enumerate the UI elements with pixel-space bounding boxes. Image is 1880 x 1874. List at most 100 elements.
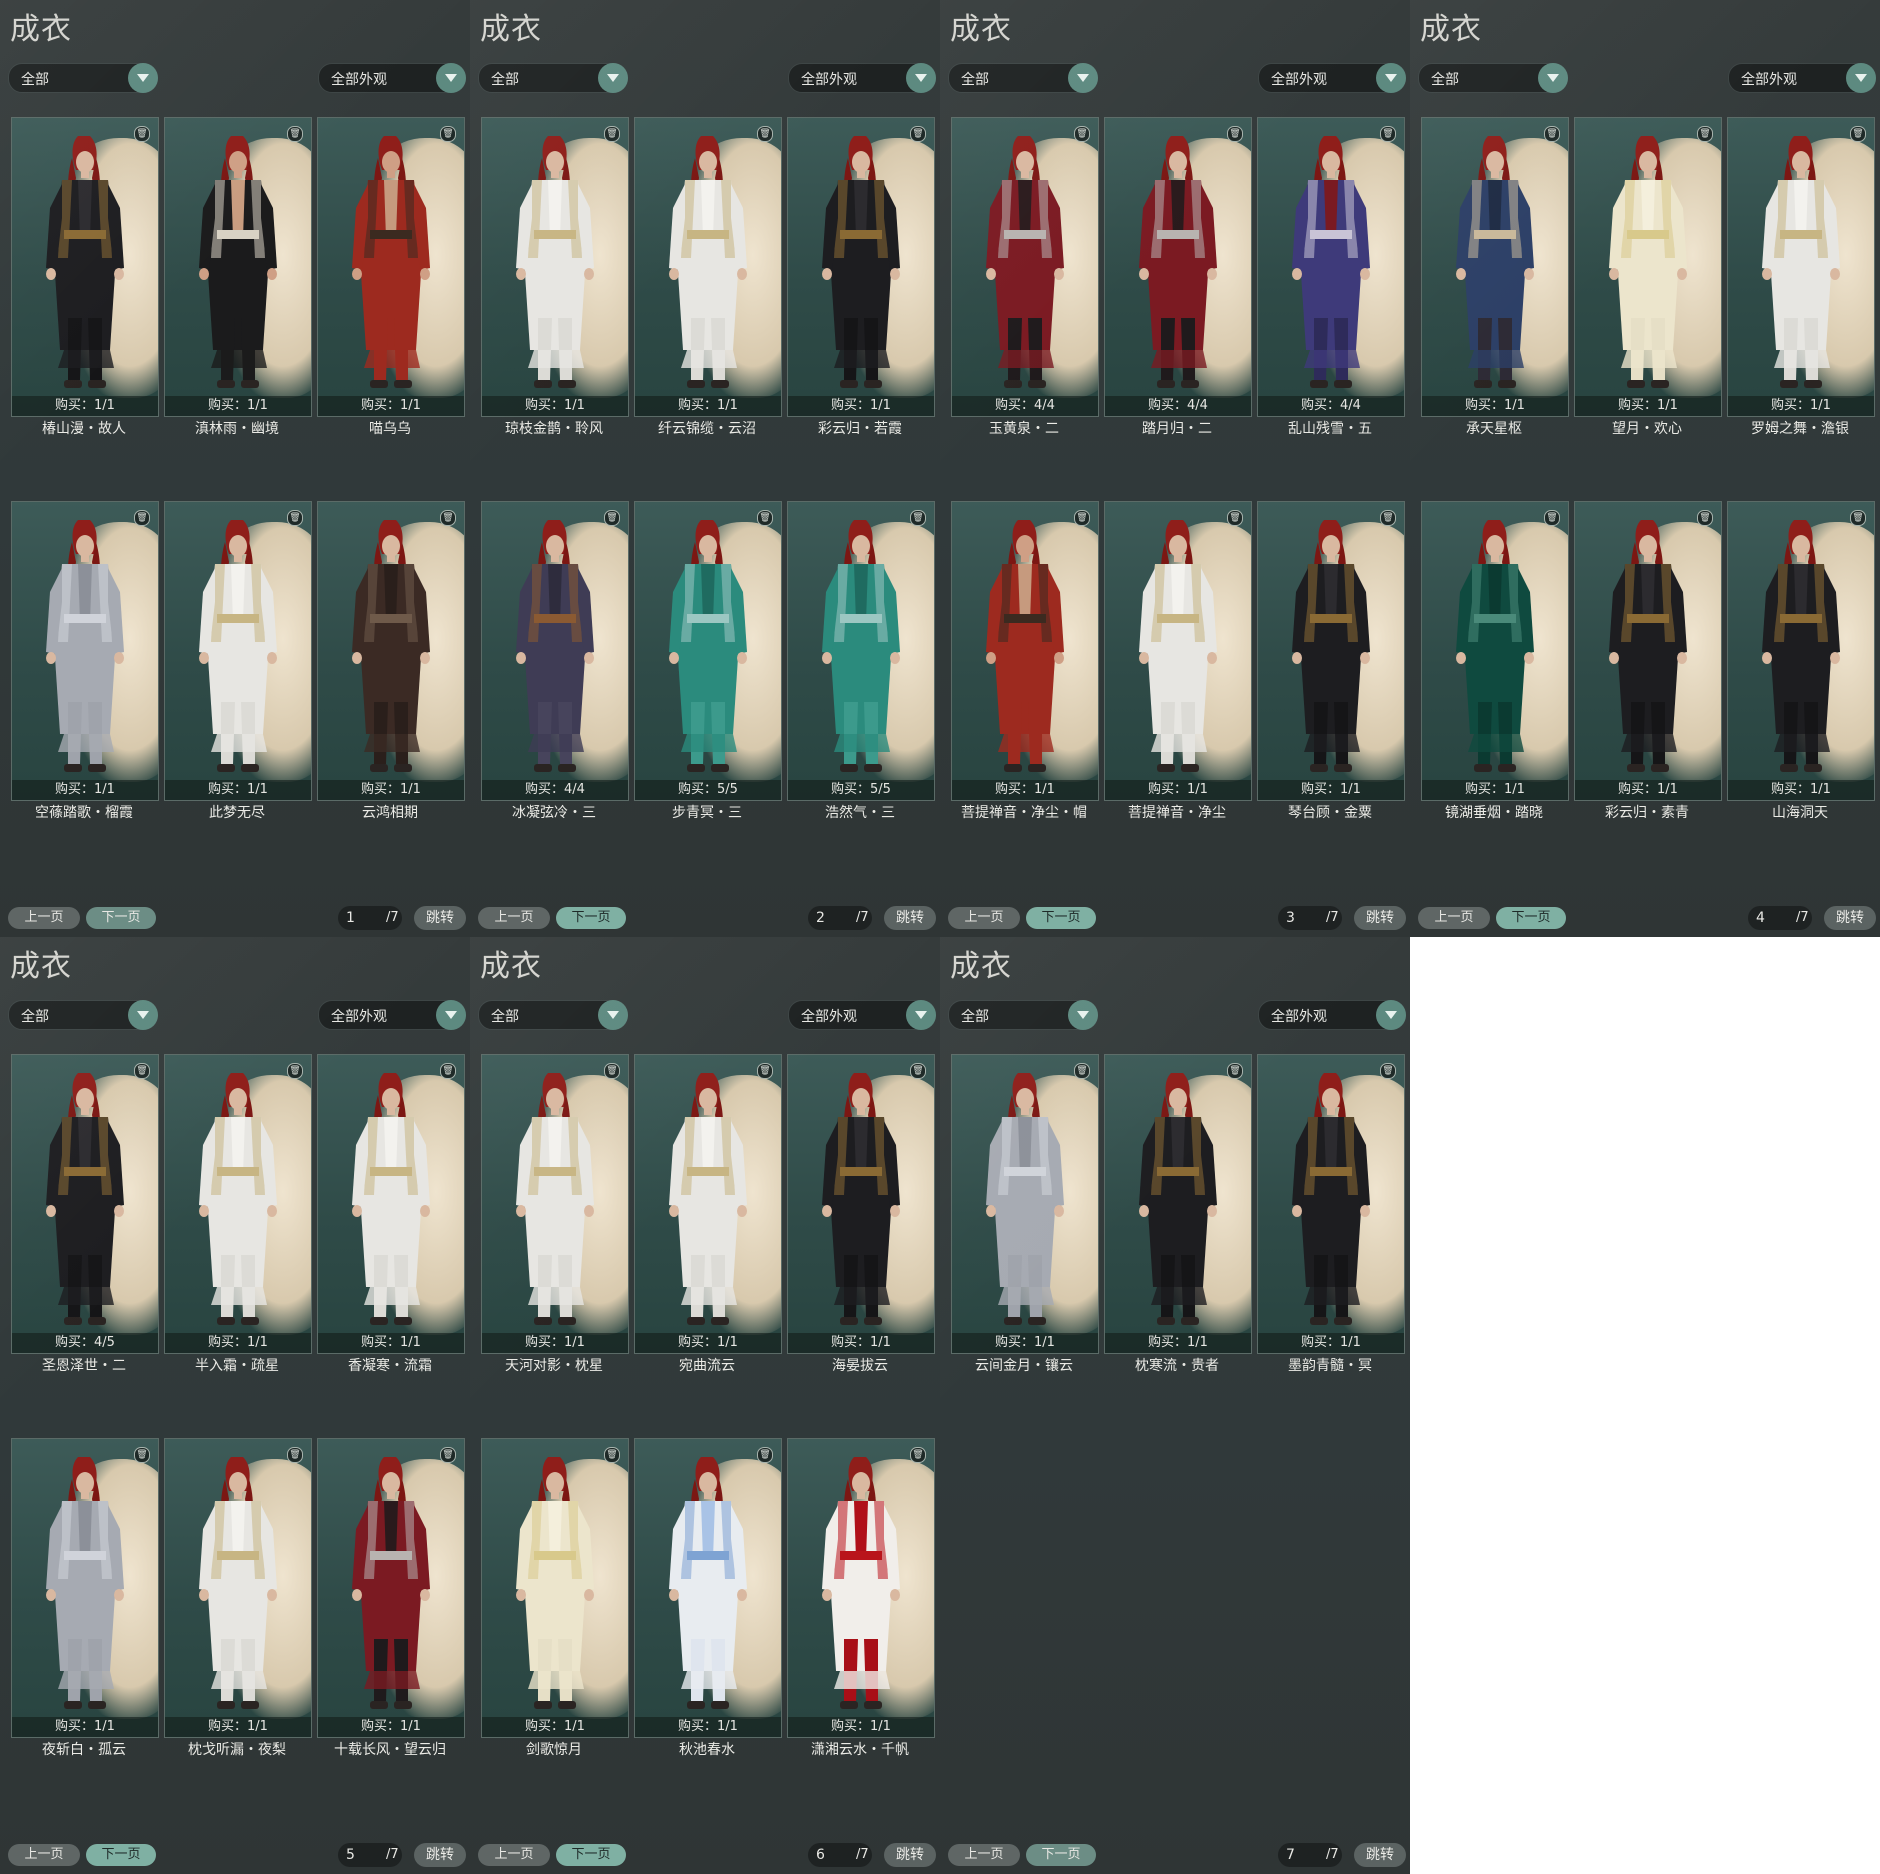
trash-icon[interactable]: 🗑 bbox=[287, 510, 303, 526]
trash-icon[interactable]: 🗑 bbox=[134, 1447, 150, 1463]
category-filter-dropdown[interactable]: 全部 bbox=[948, 63, 1098, 93]
outfit-card[interactable]: 🗑 购买：5/5 bbox=[787, 501, 935, 801]
chevron-down-icon[interactable] bbox=[1068, 1000, 1098, 1030]
prev-page-button[interactable]: 上一页 bbox=[478, 1844, 550, 1866]
outfit-card[interactable]: 🗑 购买：1/1 bbox=[634, 1054, 782, 1354]
trash-icon[interactable]: 🗑 bbox=[757, 1447, 773, 1463]
chevron-down-icon[interactable] bbox=[128, 63, 158, 93]
prev-page-button[interactable]: 上一页 bbox=[948, 1844, 1020, 1866]
outfit-card[interactable]: 🗑 购买：1/1 bbox=[164, 501, 312, 801]
next-page-button[interactable]: 下一页 bbox=[1026, 1844, 1096, 1866]
outfit-card[interactable]: 🗑 购买：4/4 bbox=[1104, 117, 1252, 417]
trash-icon[interactable]: 🗑 bbox=[757, 510, 773, 526]
next-page-button[interactable]: 下一页 bbox=[86, 1844, 156, 1866]
trash-icon[interactable]: 🗑 bbox=[134, 1063, 150, 1079]
trash-icon[interactable]: 🗑 bbox=[910, 1063, 926, 1079]
trash-icon[interactable]: 🗑 bbox=[910, 1447, 926, 1463]
trash-icon[interactable]: 🗑 bbox=[1850, 510, 1866, 526]
chevron-down-icon[interactable] bbox=[598, 63, 628, 93]
prev-page-button[interactable]: 上一页 bbox=[1418, 907, 1490, 929]
category-filter-dropdown[interactable]: 全部 bbox=[1418, 63, 1568, 93]
chevron-down-icon[interactable] bbox=[1376, 63, 1406, 93]
outfit-card[interactable]: 🗑 购买：1/1 bbox=[634, 117, 782, 417]
appearance-filter-dropdown[interactable]: 全部外观 bbox=[318, 1000, 466, 1030]
outfit-card[interactable]: 🗑 购买：1/1 bbox=[481, 117, 629, 417]
outfit-card[interactable]: 🗑 购买：1/1 bbox=[787, 117, 935, 417]
outfit-card[interactable]: 🗑 购买：1/1 bbox=[481, 1438, 629, 1738]
jump-button[interactable]: 跳转 bbox=[414, 906, 466, 930]
trash-icon[interactable]: 🗑 bbox=[440, 1447, 456, 1463]
trash-icon[interactable]: 🗑 bbox=[604, 510, 620, 526]
outfit-card[interactable]: 🗑 购买：1/1 bbox=[1727, 117, 1875, 417]
next-page-button[interactable]: 下一页 bbox=[556, 1844, 626, 1866]
jump-button[interactable]: 跳转 bbox=[1354, 906, 1406, 930]
jump-button[interactable]: 跳转 bbox=[414, 1843, 466, 1867]
jump-button[interactable]: 跳转 bbox=[1824, 906, 1876, 930]
trash-icon[interactable]: 🗑 bbox=[134, 510, 150, 526]
appearance-filter-dropdown[interactable]: 全部外观 bbox=[1258, 1000, 1406, 1030]
outfit-card[interactable]: 🗑 购买：1/1 bbox=[1574, 117, 1722, 417]
trash-icon[interactable]: 🗑 bbox=[1697, 126, 1713, 142]
outfit-card[interactable]: 🗑 购买：1/1 bbox=[11, 501, 159, 801]
trash-icon[interactable]: 🗑 bbox=[1074, 1063, 1090, 1079]
outfit-card[interactable]: 🗑 购买：1/1 bbox=[1257, 501, 1405, 801]
outfit-card[interactable]: 🗑 购买：1/1 bbox=[951, 1054, 1099, 1354]
trash-icon[interactable]: 🗑 bbox=[1380, 1063, 1396, 1079]
trash-icon[interactable]: 🗑 bbox=[287, 1063, 303, 1079]
trash-icon[interactable]: 🗑 bbox=[1074, 510, 1090, 526]
outfit-card[interactable]: 🗑 购买：1/1 bbox=[1257, 1054, 1405, 1354]
chevron-down-icon[interactable] bbox=[128, 1000, 158, 1030]
trash-icon[interactable]: 🗑 bbox=[134, 126, 150, 142]
chevron-down-icon[interactable] bbox=[906, 63, 936, 93]
trash-icon[interactable]: 🗑 bbox=[1227, 510, 1243, 526]
jump-button[interactable]: 跳转 bbox=[884, 1843, 936, 1867]
chevron-down-icon[interactable] bbox=[1846, 63, 1876, 93]
trash-icon[interactable]: 🗑 bbox=[757, 1063, 773, 1079]
outfit-card[interactable]: 🗑 购买：1/1 bbox=[481, 1054, 629, 1354]
appearance-filter-dropdown[interactable]: 全部外观 bbox=[1728, 63, 1876, 93]
appearance-filter-dropdown[interactable]: 全部外观 bbox=[1258, 63, 1406, 93]
category-filter-dropdown[interactable]: 全部 bbox=[478, 63, 628, 93]
outfit-card[interactable]: 🗑 购买：1/1 bbox=[11, 1438, 159, 1738]
outfit-card[interactable]: 🗑 购买：1/1 bbox=[317, 1438, 465, 1738]
trash-icon[interactable]: 🗑 bbox=[287, 126, 303, 142]
chevron-down-icon[interactable] bbox=[436, 63, 466, 93]
prev-page-button[interactable]: 上一页 bbox=[478, 907, 550, 929]
trash-icon[interactable]: 🗑 bbox=[1227, 1063, 1243, 1079]
category-filter-dropdown[interactable]: 全部 bbox=[8, 1000, 158, 1030]
jump-button[interactable]: 跳转 bbox=[1354, 1843, 1406, 1867]
chevron-down-icon[interactable] bbox=[436, 1000, 466, 1030]
outfit-card[interactable]: 🗑 购买：1/1 bbox=[317, 501, 465, 801]
chevron-down-icon[interactable] bbox=[598, 1000, 628, 1030]
outfit-card[interactable]: 🗑 购买：1/1 bbox=[787, 1438, 935, 1738]
outfit-card[interactable]: 🗑 购买：1/1 bbox=[1421, 117, 1569, 417]
outfit-card[interactable]: 🗑 购买：4/4 bbox=[951, 117, 1099, 417]
outfit-card[interactable]: 🗑 购买：1/1 bbox=[317, 1054, 465, 1354]
outfit-card[interactable]: 🗑 购买：1/1 bbox=[1104, 1054, 1252, 1354]
trash-icon[interactable]: 🗑 bbox=[910, 510, 926, 526]
appearance-filter-dropdown[interactable]: 全部外观 bbox=[788, 1000, 936, 1030]
trash-icon[interactable]: 🗑 bbox=[757, 126, 773, 142]
trash-icon[interactable]: 🗑 bbox=[1380, 510, 1396, 526]
trash-icon[interactable]: 🗑 bbox=[1697, 510, 1713, 526]
appearance-filter-dropdown[interactable]: 全部外观 bbox=[318, 63, 466, 93]
outfit-card[interactable]: 🗑 购买：1/1 bbox=[1727, 501, 1875, 801]
outfit-card[interactable]: 🗑 购买：1/1 bbox=[787, 1054, 935, 1354]
outfit-card[interactable]: 🗑 购买：1/1 bbox=[634, 1438, 782, 1738]
trash-icon[interactable]: 🗑 bbox=[440, 510, 456, 526]
trash-icon[interactable]: 🗑 bbox=[604, 126, 620, 142]
outfit-card[interactable]: 🗑 购买：1/1 bbox=[1421, 501, 1569, 801]
outfit-card[interactable]: 🗑 购买：1/1 bbox=[317, 117, 465, 417]
category-filter-dropdown[interactable]: 全部 bbox=[948, 1000, 1098, 1030]
next-page-button[interactable]: 下一页 bbox=[1496, 907, 1566, 929]
next-page-button[interactable]: 下一页 bbox=[1026, 907, 1096, 929]
next-page-button[interactable]: 下一页 bbox=[556, 907, 626, 929]
trash-icon[interactable]: 🗑 bbox=[1544, 510, 1560, 526]
prev-page-button[interactable]: 上一页 bbox=[948, 907, 1020, 929]
chevron-down-icon[interactable] bbox=[1538, 63, 1568, 93]
outfit-card[interactable]: 🗑 购买：1/1 bbox=[951, 501, 1099, 801]
outfit-card[interactable]: 🗑 购买：1/1 bbox=[164, 1054, 312, 1354]
trash-icon[interactable]: 🗑 bbox=[287, 1447, 303, 1463]
appearance-filter-dropdown[interactable]: 全部外观 bbox=[788, 63, 936, 93]
outfit-card[interactable]: 🗑 购买：1/1 bbox=[1574, 501, 1722, 801]
